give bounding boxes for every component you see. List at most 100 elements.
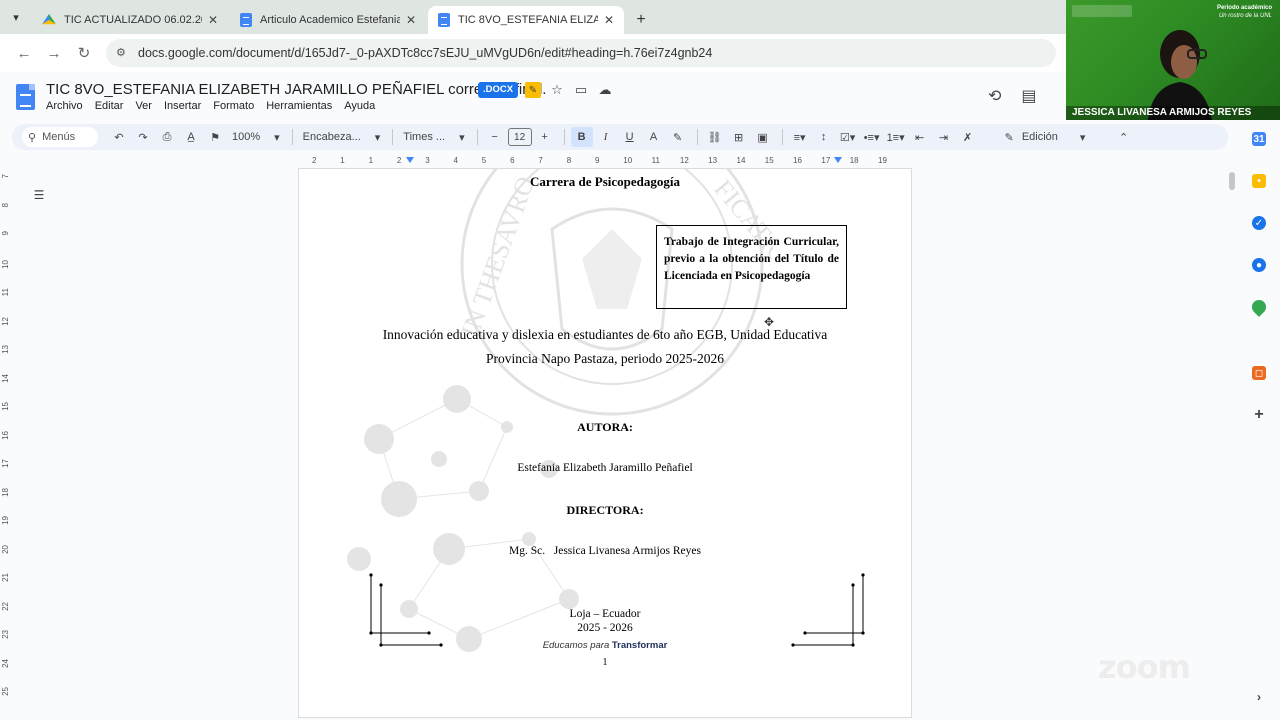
menu-herramientas[interactable]: Herramientas <box>266 100 332 112</box>
forward-arrow-icon[interactable]: → <box>40 39 68 67</box>
keep-icon[interactable]: • <box>1252 174 1266 188</box>
caret-down-icon: ▾ <box>274 131 280 144</box>
tasks-icon[interactable]: ✓ <box>1252 216 1266 230</box>
caret-down-icon: ▾ <box>1079 131 1086 144</box>
indent-marker-left[interactable] <box>406 157 414 163</box>
author-name: Estefania Elizabeth Jaramillo Peñafiel <box>517 462 693 474</box>
period-banner-line-2: Un rostro de la UNL <box>1218 13 1272 19</box>
comments-icon[interactable]: ▤ <box>1021 86 1036 106</box>
site-info-icon[interactable]: ⚙ <box>116 46 130 60</box>
formatting-toolbar: ⚲ Menús ↶ ↷ ⎙ A̲ ⚑ 100% ▾ Encabeza... ▾ … <box>12 124 1228 150</box>
highlight-icon[interactable]: ✎ <box>525 82 541 98</box>
tab-search-chevron-icon[interactable]: ▾ <box>0 0 32 34</box>
browser-tab-2[interactable]: Articulo Academico Estefania Ja ✕ <box>230 6 426 34</box>
clear-formatting-icon[interactable]: ✗ <box>957 127 979 147</box>
url-input[interactable]: ⚙ docs.google.com/document/d/165Jd7-_0-p… <box>106 39 1056 67</box>
video-participant-tile[interactable]: Periodo académico Un rostro de la UNL JE… <box>1066 0 1280 120</box>
docx-badge: .DOCX <box>478 82 519 98</box>
ruler-tick-label: 12 <box>1 316 10 326</box>
editing-mode-value: Edición <box>1021 131 1058 143</box>
style-select[interactable]: Encabeza... ▾ <box>299 127 385 147</box>
move-cursor-icon: ✥ <box>764 315 775 329</box>
version-history-icon[interactable]: ⟲ <box>988 86 1001 106</box>
vertical-scrollbar-thumb[interactable] <box>1229 172 1235 190</box>
link-icon[interactable]: ⛓ <box>704 127 726 147</box>
ruler-tick-label: 15 <box>1 402 10 411</box>
office-addon-icon[interactable]: ◻ <box>1252 366 1266 380</box>
toolbar-divider <box>781 129 783 145</box>
close-icon[interactable]: ✕ <box>208 13 218 27</box>
ruler-tick-label: 19 <box>1 516 10 525</box>
spellcheck-icon[interactable]: A̲ <box>180 127 202 147</box>
move-folder-icon[interactable]: ▭ <box>573 82 589 98</box>
back-arrow-icon[interactable]: ← <box>10 39 38 67</box>
document-page[interactable]: IN THESAVRO FICATIO Carrera de Psicopeda… <box>298 168 912 718</box>
increase-indent-icon[interactable]: ⇥ <box>933 127 955 147</box>
expand-panel-icon[interactable]: › <box>1252 690 1266 704</box>
font-size-input[interactable]: 12 <box>507 128 532 146</box>
ruler-tick-label: 13 <box>1 345 10 354</box>
document-title[interactable]: TIC 8VO_ESTEFANIA ELIZABETH JARAMILLO PE… <box>46 81 546 98</box>
insert-image-icon[interactable]: ▣ <box>752 127 774 147</box>
search-icon: ⚲ <box>28 131 37 144</box>
calendar-icon[interactable]: 31 <box>1252 132 1266 146</box>
print-icon[interactable]: ⎙ <box>156 127 178 147</box>
numbered-list-icon[interactable]: 1≡▾ <box>885 127 907 147</box>
caret-down-icon: ▾ <box>374 131 381 144</box>
align-icon[interactable]: ≡▾ <box>789 127 811 147</box>
decrease-font-icon[interactable]: − <box>484 127 506 147</box>
zoom-select[interactable]: 100% ▾ <box>228 127 284 147</box>
ruler-tick-label: 8 <box>1 202 10 207</box>
vertical-ruler[interactable]: 7 8 9 10 11 12 13 14 15 16 17 18 19 20 21 22 23 24 25 <box>0 168 12 720</box>
browser-tab-1[interactable]: TIC ACTUALIZADO 06.02.2026 ✕ <box>32 6 228 34</box>
horizontal-ruler[interactable]: 2 1 1 2 3 4 5 6 7 8 9 10 11 12 13 14 15 16 17 18 19 <box>298 155 912 167</box>
menu-editar[interactable]: Editar <box>95 100 124 112</box>
menu-ver[interactable]: Ver <box>135 100 152 112</box>
menu-search[interactable]: ⚲ Menús <box>22 127 98 147</box>
add-addon-icon[interactable]: + <box>1252 406 1266 423</box>
close-icon[interactable]: ✕ <box>406 13 416 27</box>
corner-ornament-left <box>369 573 443 647</box>
contacts-icon[interactable]: ● <box>1252 258 1266 272</box>
add-comment-icon[interactable]: ⊞ <box>728 127 750 147</box>
new-tab-button[interactable]: + <box>626 6 656 34</box>
browser-tab-3[interactable]: TIC 8VO_ESTEFANIA ELIZABETH ✕ <box>428 6 624 34</box>
italic-button[interactable]: I <box>595 127 617 147</box>
ruler-tick-label: 17 <box>821 156 831 165</box>
paint-format-icon[interactable]: ⚑ <box>204 127 226 147</box>
line-spacing-icon[interactable]: ↕ <box>813 127 835 147</box>
maps-icon[interactable] <box>1249 297 1269 317</box>
font-select[interactable]: Times ... ▾ <box>399 127 468 147</box>
star-icon[interactable]: ☆ <box>549 82 565 98</box>
bold-button[interactable]: B <box>570 127 593 147</box>
menu-formato[interactable]: Formato <box>213 100 254 112</box>
menu-archivo[interactable]: Archivo <box>46 100 83 112</box>
bulleted-list-icon[interactable]: •≡▾ <box>861 127 883 147</box>
ruler-tick-label: 2 <box>396 156 402 165</box>
undo-icon[interactable]: ↶ <box>108 127 130 147</box>
menu-insertar[interactable]: Insertar <box>164 100 201 112</box>
document-outline-icon[interactable]: ☰ <box>28 184 50 206</box>
menu-ayuda[interactable]: Ayuda <box>344 100 375 112</box>
chevron-up-icon[interactable]: ⌃ <box>1113 127 1135 147</box>
toolbar-divider <box>476 129 478 145</box>
cloud-status-icon[interactable]: ☁ <box>597 82 613 98</box>
underline-button[interactable]: U <box>619 127 641 147</box>
menu-search-label: Menús <box>42 131 76 143</box>
checklist-icon[interactable]: ☑▾ <box>837 127 859 147</box>
reload-icon[interactable]: ↻ <box>70 39 98 67</box>
slogan-part-a: Educamos para <box>542 640 610 651</box>
ruler-tick-label: 16 <box>1 430 10 440</box>
redo-icon[interactable]: ↷ <box>132 127 154 147</box>
highlight-color-icon[interactable]: ✎ <box>667 127 689 147</box>
decrease-indent-icon[interactable]: ⇤ <box>909 127 931 147</box>
director-name: Mg. Sc. Jessica Livanesa Armijos Reyes <box>509 545 701 557</box>
editing-mode-select[interactable]: ✎ Edición ▾ <box>997 127 1097 147</box>
indent-marker-right[interactable] <box>834 157 842 163</box>
close-icon[interactable]: ✕ <box>604 13 614 27</box>
increase-font-icon[interactable]: + <box>534 127 556 147</box>
text-color-icon[interactable]: A <box>643 127 665 147</box>
ruler-tick-label: 9 <box>1 231 10 236</box>
ruler-tick-label: 24 <box>1 658 10 668</box>
docs-logo-icon[interactable] <box>16 84 35 110</box>
